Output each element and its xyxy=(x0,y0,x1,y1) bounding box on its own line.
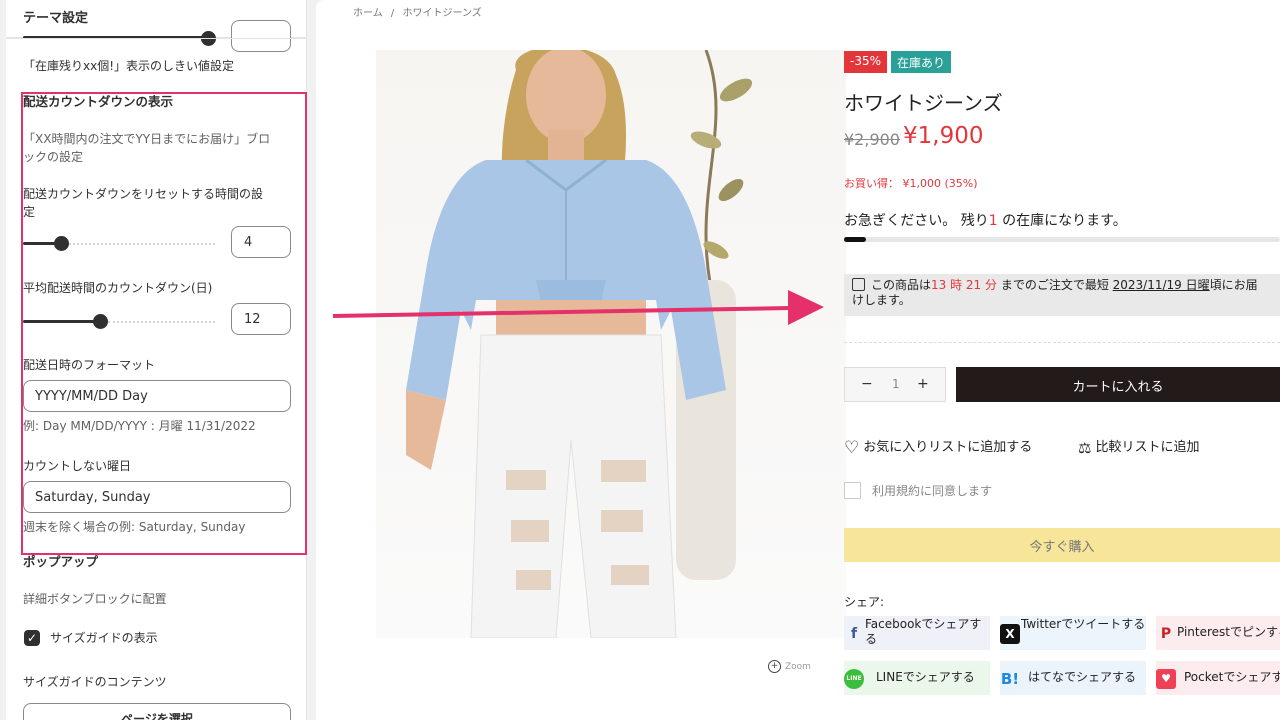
add-to-wishlist-link[interactable]: ♡ お気に入りリストに追加する xyxy=(844,436,1032,458)
select-page-button[interactable]: ページを選択 xyxy=(23,703,291,720)
share-hatena-button[interactable]: B! はてなでシェアする xyxy=(1000,661,1146,695)
quantity-stepper[interactable]: − 1 + xyxy=(844,367,946,402)
pinterest-icon: P xyxy=(1160,626,1172,642)
share-line-button[interactable]: LINE LINEでシェアする xyxy=(844,661,990,695)
breadcrumb-home[interactable]: ホーム xyxy=(353,8,383,19)
delivery-text-middle: までのご注文で最短 xyxy=(997,278,1113,292)
section-divider xyxy=(844,342,1280,343)
product-title: ホワイトジーンズ xyxy=(844,91,1003,115)
heart-icon: ♡ xyxy=(844,438,860,458)
delivery-countdown-box: この商品は13 時 21 分 までのご注文で最短 2023/11/19 日曜頃に… xyxy=(844,274,1280,316)
buy-now-button[interactable]: 今すぐ購入 xyxy=(844,528,1280,562)
line-icon: LINE xyxy=(844,669,864,689)
breadcrumb-separator: / xyxy=(390,8,395,19)
share-facebook-label: Facebookでシェアする xyxy=(865,617,982,646)
terms-checkbox[interactable] xyxy=(844,482,861,499)
zoom-control[interactable]: + Zoom xyxy=(768,660,811,673)
share-label: シェア: xyxy=(844,595,885,609)
quantity-value[interactable]: 1 xyxy=(892,377,900,391)
popup-heading: ポップアップ xyxy=(23,554,99,569)
share-pinterest-button[interactable]: P Pinterestでピンする xyxy=(1156,616,1280,650)
share-pinterest-label: Pinterestでピンする xyxy=(1177,625,1280,639)
breadcrumb: ホーム / ホワイトジーンズ xyxy=(353,4,482,19)
add-to-wishlist-label: お気に入りリストに追加する xyxy=(863,440,1033,455)
calendar-icon xyxy=(852,278,865,291)
app-root: テーマ設定 「在庫残りxx個!」表示のしきい値設定 配送カウントダウンの表示 「… xyxy=(0,0,1280,720)
add-to-compare-label: 比較リストに追加 xyxy=(1095,440,1200,455)
stock-threshold-note: 「在庫残りxx個!」表示のしきい値設定 xyxy=(23,59,235,73)
delivery-date: 2023/11/19 日曜 xyxy=(1112,278,1210,292)
low-stock-count: 1 xyxy=(988,213,998,229)
low-stock-suffix: の在庫になります。 xyxy=(997,213,1127,229)
sale-price: ¥1,900 xyxy=(903,123,984,149)
quantity-increase-button[interactable]: + xyxy=(917,376,929,392)
delivery-text-prefix: この商品は xyxy=(871,278,932,292)
terms-label: 利用規約に同意します xyxy=(872,484,993,498)
share-facebook-button[interactable]: f Facebookでシェアする xyxy=(844,616,990,650)
size-guide-checkbox-label: サイズガイドの表示 xyxy=(50,631,158,645)
product-image[interactable] xyxy=(376,50,846,638)
savings-text: お買い得： ¥1,000 (35%) xyxy=(844,177,978,190)
stock-threshold-input[interactable] xyxy=(231,20,291,52)
share-line-label: LINEでシェアする xyxy=(876,670,975,684)
low-stock-message: お急ぎください。 残り1 の在庫になります。 xyxy=(844,210,1127,230)
highlight-annotation-box xyxy=(21,92,307,555)
share-pocket-label: Pocketでシェアする xyxy=(1184,670,1280,684)
share-pocket-button[interactable]: ♥ Pocketでシェアする xyxy=(1156,661,1280,695)
store-preview: ホーム / ホワイトジーンズ + Zoom -35% 在庫あり ホワイトジーンズ… xyxy=(316,0,1280,720)
share-hatena-label: はてなでシェアする xyxy=(1028,670,1137,684)
zoom-label: Zoom xyxy=(785,662,811,672)
quantity-decrease-button[interactable]: − xyxy=(861,376,873,392)
low-stock-prefix: お急ぎください。 残り xyxy=(844,213,989,229)
facebook-icon: f xyxy=(850,626,858,642)
popup-description: 詳細ボタンブロックに配置 xyxy=(23,592,167,606)
hatena-icon: B! xyxy=(1000,670,1020,688)
discount-badge: -35% xyxy=(844,51,888,73)
add-to-compare-link[interactable]: ⚖ 比較リストに追加 xyxy=(1078,436,1199,457)
zoom-icon: + xyxy=(768,660,781,673)
breadcrumb-current: ホワイトジーンズ xyxy=(402,8,482,19)
size-guide-checkbox[interactable]: ✓ xyxy=(24,630,40,646)
stock-progress-bar xyxy=(844,237,1280,242)
delivery-text-line2: けします。 xyxy=(852,293,911,307)
stock-progress-fill xyxy=(844,237,866,242)
pocket-icon: ♥ xyxy=(1156,669,1176,689)
original-price: ¥2,900 xyxy=(844,130,900,149)
in-stock-badge: 在庫あり xyxy=(891,51,952,73)
delivery-text-suffix: 頃にお届 xyxy=(1209,278,1258,292)
share-twitter-label: Twitterでツイートする xyxy=(1021,617,1146,631)
x-twitter-icon: X xyxy=(1000,624,1020,644)
delivery-cutoff-time: 13 時 21 分 xyxy=(931,278,997,292)
add-to-cart-button[interactable]: カートに入れる xyxy=(956,367,1280,402)
scale-icon: ⚖ xyxy=(1078,439,1092,457)
share-twitter-button[interactable]: X Twitterでツイートする xyxy=(1000,616,1146,650)
product-image-illustration xyxy=(406,50,753,638)
size-guide-content-label: サイズガイドのコンテンツ xyxy=(23,675,167,689)
